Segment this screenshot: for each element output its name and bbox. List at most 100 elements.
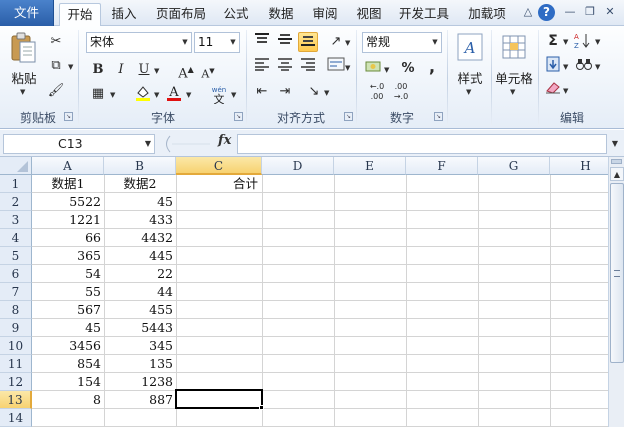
column-header-h[interactable]: H	[550, 157, 608, 175]
cell-a10[interactable]: 3456	[32, 337, 104, 355]
tab-addins[interactable]: 加载项	[462, 3, 512, 26]
styles-icon[interactable]: A	[456, 32, 484, 62]
row-header-7[interactable]: 7	[0, 283, 32, 301]
fill-color-dropdown-arrow[interactable]: ▼	[154, 91, 159, 99]
minimize-icon[interactable]: —	[562, 4, 578, 20]
scroll-thumb[interactable]	[610, 183, 624, 363]
column-header-c[interactable]: C	[176, 157, 262, 175]
cell-b5[interactable]: 445	[104, 247, 176, 265]
styles-button-label[interactable]: 样式	[452, 68, 488, 87]
row-header-9[interactable]: 9	[0, 319, 32, 337]
clipboard-launcher-icon[interactable]: ↘	[64, 112, 73, 121]
copy-dropdown-arrow[interactable]: ▼	[68, 63, 73, 71]
paste-icon[interactable]	[9, 32, 37, 64]
comma-style-icon[interactable]: ,	[422, 57, 442, 77]
copy-icon[interactable]: ⧉	[46, 56, 66, 76]
font-color-icon[interactable]: A	[164, 84, 184, 104]
grow-font-icon[interactable]: A▲	[176, 60, 196, 81]
row-header-12[interactable]: 12	[0, 373, 32, 391]
number-format-select[interactable]: 常规 ▼	[362, 32, 442, 53]
font-size-select[interactable]: 11 ▼	[194, 32, 240, 53]
cell-b4[interactable]: 4432	[104, 229, 176, 247]
autosum-icon[interactable]: Σ	[543, 31, 563, 51]
column-header-b[interactable]: B	[104, 157, 176, 175]
row-header-11[interactable]: 11	[0, 355, 32, 373]
tab-view[interactable]: 视图	[350, 3, 388, 26]
tab-insert[interactable]: 插入	[105, 3, 143, 26]
italic-icon[interactable]: I	[111, 60, 131, 80]
tab-formulas[interactable]: 公式	[217, 3, 255, 26]
cell-a3[interactable]: 1221	[32, 211, 104, 229]
phonetic-icon[interactable]: wén 文	[207, 84, 231, 106]
close-icon[interactable]: ✕	[602, 4, 618, 20]
paste-dropdown-arrow[interactable]: ▼	[20, 88, 25, 96]
sort-dropdown-arrow[interactable]: ▼	[595, 38, 600, 46]
autosum-dropdown-arrow[interactable]: ▼	[563, 38, 568, 46]
fill-dropdown-arrow[interactable]: ▼	[563, 63, 568, 71]
fill-icon[interactable]	[543, 56, 563, 76]
cell-b6[interactable]: 22	[104, 265, 176, 283]
cell-a12[interactable]: 154	[32, 373, 104, 391]
align-right-icon[interactable]	[298, 57, 318, 77]
tab-data[interactable]: 数据	[262, 3, 300, 26]
restore-icon[interactable]: ❐	[582, 4, 598, 20]
cell-b11[interactable]: 135	[104, 355, 176, 373]
help-icon[interactable]: ?	[538, 4, 555, 21]
tab-file[interactable]: 文件	[0, 0, 54, 26]
cell-b7[interactable]: 44	[104, 283, 176, 301]
cell-a4[interactable]: 66	[32, 229, 104, 247]
cells-button-label[interactable]: 单元格	[493, 68, 535, 87]
cell-a1[interactable]: 数据1	[32, 175, 104, 193]
formula-input[interactable]	[237, 134, 607, 154]
scroll-up-icon[interactable]: ▲	[610, 167, 624, 181]
cell-c1[interactable]: 合计	[176, 175, 262, 193]
align-middle-icon[interactable]	[275, 32, 295, 52]
borders-dropdown-arrow[interactable]: ▼	[110, 91, 115, 99]
number-launcher-icon[interactable]: ↘	[434, 112, 443, 121]
format-painter-icon[interactable]: 🖌	[46, 81, 66, 101]
sort-filter-icon[interactable]: AZ	[572, 31, 594, 51]
align-left-icon[interactable]	[252, 57, 272, 77]
fill-handle[interactable]	[259, 405, 264, 410]
cell-a8[interactable]: 567	[32, 301, 104, 319]
text-orientation-icon[interactable]: ↗	[326, 32, 346, 52]
cell-b2[interactable]: 45	[104, 193, 176, 211]
cell-b12[interactable]: 1238	[104, 373, 176, 391]
row-header-1[interactable]: 1	[0, 175, 32, 193]
find-dropdown-arrow[interactable]: ▼	[595, 63, 600, 71]
row-header-10[interactable]: 10	[0, 337, 32, 355]
active-cell-c13[interactable]	[175, 389, 263, 409]
cell-b1[interactable]: 数据2	[104, 175, 176, 193]
bold-icon[interactable]: B	[88, 60, 108, 80]
cell-a13[interactable]: 8	[32, 391, 104, 409]
decrease-decimal-icon[interactable]: .00 →.0	[390, 82, 412, 102]
cell-b3[interactable]: 433	[104, 211, 176, 229]
clear-dropdown-arrow[interactable]: ▼	[563, 87, 568, 95]
currency-icon[interactable]	[364, 59, 384, 79]
row-header-3[interactable]: 3	[0, 211, 32, 229]
tab-developer[interactable]: 开发工具	[393, 3, 455, 26]
orientation-abc-icon[interactable]: ↘	[304, 82, 324, 102]
underline-icon[interactable]: U	[134, 60, 154, 80]
cell-a11[interactable]: 854	[32, 355, 104, 373]
vertical-scrollbar[interactable]: ▲	[608, 157, 624, 427]
tab-page-layout[interactable]: 页面布局	[150, 3, 212, 26]
insert-function-icon[interactable]: fx	[218, 133, 231, 148]
minimize-ribbon-icon[interactable]: △	[520, 4, 536, 20]
split-box[interactable]	[611, 159, 622, 164]
cell-a5[interactable]: 365	[32, 247, 104, 265]
find-select-icon[interactable]	[574, 56, 594, 76]
cell-b10[interactable]: 345	[104, 337, 176, 355]
underline-dropdown-arrow[interactable]: ▼	[154, 67, 159, 75]
wrap-text-icon[interactable]	[326, 57, 346, 77]
increase-decimal-icon[interactable]: ←.0.00	[366, 82, 388, 102]
column-header-e[interactable]: E	[334, 157, 406, 175]
font-color-dropdown-arrow[interactable]: ▼	[186, 91, 191, 99]
percent-icon[interactable]: %	[398, 59, 418, 79]
currency-dropdown-arrow[interactable]: ▼	[384, 66, 389, 74]
font-launcher-icon[interactable]: ↘	[234, 112, 243, 121]
row-header-14[interactable]: 14	[0, 409, 32, 427]
row-header-6[interactable]: 6	[0, 265, 32, 283]
cell-a9[interactable]: 45	[32, 319, 104, 337]
cell-b9[interactable]: 5443	[104, 319, 176, 337]
